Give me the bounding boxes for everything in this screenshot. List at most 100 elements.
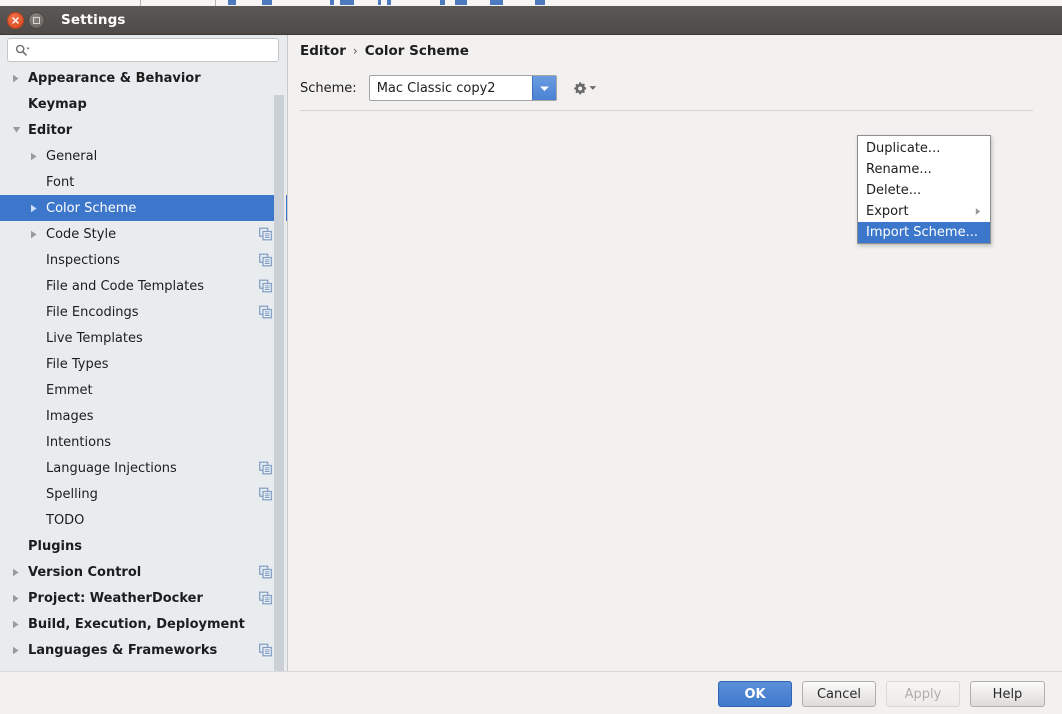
- scheme-row: Scheme: Mac Classic copy2: [300, 75, 597, 101]
- sidebar-item-label: Version Control: [28, 564, 142, 580]
- cancel-button[interactable]: Cancel: [802, 681, 876, 707]
- search-icon: [15, 44, 30, 57]
- close-icon[interactable]: [7, 11, 24, 29]
- sidebar-item-label: Spelling: [46, 486, 98, 502]
- sidebar-item-color-scheme[interactable]: Color Scheme: [0, 195, 288, 221]
- menu-item-import-scheme[interactable]: Import Scheme...: [858, 222, 990, 243]
- sidebar-item-file-encodings[interactable]: File Encodings: [0, 299, 288, 325]
- menu-item-label: Import Scheme...: [866, 225, 978, 240]
- sidebar-item-appearance-behavior[interactable]: Appearance & Behavior: [0, 65, 288, 91]
- menu-item-delete[interactable]: Delete...: [858, 180, 990, 201]
- settings-tree[interactable]: Appearance & Behavior Keymap Editor General…: [0, 65, 288, 666]
- chevron-right-icon: [28, 228, 40, 240]
- sidebar-item-keymap[interactable]: Keymap: [0, 91, 288, 117]
- search-box[interactable]: [7, 38, 279, 62]
- breadcrumb-root[interactable]: Editor: [300, 43, 346, 59]
- gear-icon: [573, 81, 586, 94]
- sidebar-item-intentions[interactable]: Intentions: [0, 429, 288, 455]
- settings-sidebar: Appearance & Behavior Keymap Editor General…: [0, 35, 288, 686]
- sidebar-item-label: Color Scheme: [46, 200, 137, 216]
- ok-button[interactable]: OK: [718, 681, 792, 707]
- sidebar-item-label: General: [46, 148, 98, 164]
- sidebar-item-label: Editor: [28, 122, 73, 138]
- content-separator: [300, 110, 1033, 111]
- sidebar-item-emmet[interactable]: Emmet: [0, 377, 288, 403]
- sidebar-item-label: Keymap: [28, 96, 87, 112]
- menu-item-label: Duplicate...: [866, 141, 941, 156]
- scheme-settings-button[interactable]: [573, 77, 597, 99]
- copy-settings-icon[interactable]: [259, 591, 272, 605]
- menu-item-label: Delete...: [866, 183, 922, 198]
- scheme-combobox[interactable]: Mac Classic copy2: [368, 75, 557, 101]
- copy-settings-icon[interactable]: [259, 565, 272, 579]
- sidebar-item-label: Languages & Frameworks: [28, 642, 218, 658]
- copy-settings-icon[interactable]: [259, 461, 272, 475]
- sidebar-item-label: Emmet: [46, 382, 93, 398]
- menu-item-export[interactable]: Export: [858, 201, 990, 222]
- sidebar-item-todo[interactable]: TODO: [0, 507, 288, 533]
- sidebar-item-label: TODO: [46, 512, 85, 528]
- dialog-body: Appearance & Behavior Keymap Editor General…: [0, 35, 1062, 686]
- copy-settings-icon[interactable]: [259, 279, 272, 293]
- sidebar-item-file-and-code-templates[interactable]: File and Code Templates: [0, 273, 288, 299]
- copy-settings-icon[interactable]: [259, 487, 272, 501]
- sidebar-item-label: Code Style: [46, 226, 117, 242]
- sidebar-item-images[interactable]: Images: [0, 403, 288, 429]
- sidebar-item-label: Build, Execution, Deployment: [28, 616, 245, 632]
- sidebar-item-languages-frameworks[interactable]: Languages & Frameworks: [0, 637, 288, 663]
- chevron-right-icon: [975, 204, 981, 219]
- sidebar-item-inspections[interactable]: Inspections: [0, 247, 288, 273]
- chevron-right-icon: [10, 644, 22, 656]
- sidebar-item-plugins[interactable]: Plugins: [0, 533, 288, 559]
- copy-settings-icon[interactable]: [259, 305, 272, 319]
- sidebar-scrollbar-track[interactable]: [274, 65, 286, 686]
- chevron-right-icon: [10, 72, 22, 84]
- sidebar-item-file-types[interactable]: File Types: [0, 351, 288, 377]
- sidebar-item-spelling[interactable]: Spelling: [0, 481, 288, 507]
- copy-settings-icon[interactable]: [259, 253, 272, 267]
- sidebar-item-label: Appearance & Behavior: [28, 70, 201, 86]
- sidebar-item-language-injections[interactable]: Language Injections: [0, 455, 288, 481]
- sidebar-item-code-style[interactable]: Code Style: [0, 221, 288, 247]
- breadcrumb: Editor › Color Scheme: [300, 43, 469, 59]
- chevron-down-icon[interactable]: [531, 76, 556, 100]
- sidebar-item-live-templates[interactable]: Live Templates: [0, 325, 288, 351]
- sidebar-item-label: Intentions: [46, 434, 112, 450]
- sidebar-item-project-weatherdocker[interactable]: Project: WeatherDocker: [0, 585, 288, 611]
- window-titlebar: Settings: [0, 6, 1062, 35]
- sidebar-item-label: File Encodings: [46, 304, 139, 320]
- menu-item-duplicate[interactable]: Duplicate...: [858, 138, 990, 159]
- menu-item-rename[interactable]: Rename...: [858, 159, 990, 180]
- sidebar-scrollbar-thumb[interactable]: [274, 95, 284, 686]
- sidebar-item-editor[interactable]: Editor: [0, 117, 288, 143]
- search-input[interactable]: [36, 42, 266, 58]
- chevron-right-icon: [10, 618, 22, 630]
- chevron-down-icon: [10, 124, 22, 136]
- sidebar-item-general[interactable]: General: [0, 143, 288, 169]
- scheme-label: Scheme:: [300, 80, 357, 96]
- copy-settings-icon[interactable]: [259, 227, 272, 241]
- scheme-context-menu[interactable]: Duplicate... Rename... Delete... Export Impo…: [857, 135, 991, 244]
- sidebar-item-build-execution-deployment[interactable]: Build, Execution, Deployment: [0, 611, 288, 637]
- sidebar-item-font[interactable]: Font: [0, 169, 288, 195]
- settings-content: Editor › Color Scheme Scheme: Mac Classi…: [288, 35, 1062, 671]
- sidebar-item-version-control[interactable]: Version Control: [0, 559, 288, 585]
- maximize-icon[interactable]: [28, 11, 45, 29]
- sidebar-item-label: Font: [46, 174, 75, 190]
- help-button[interactable]: Help: [970, 681, 1045, 707]
- chevron-right-icon: [10, 566, 22, 578]
- sidebar-item-label: Inspections: [46, 252, 120, 268]
- copy-settings-icon[interactable]: [259, 643, 272, 657]
- sidebar-item-label: Language Injections: [46, 460, 177, 476]
